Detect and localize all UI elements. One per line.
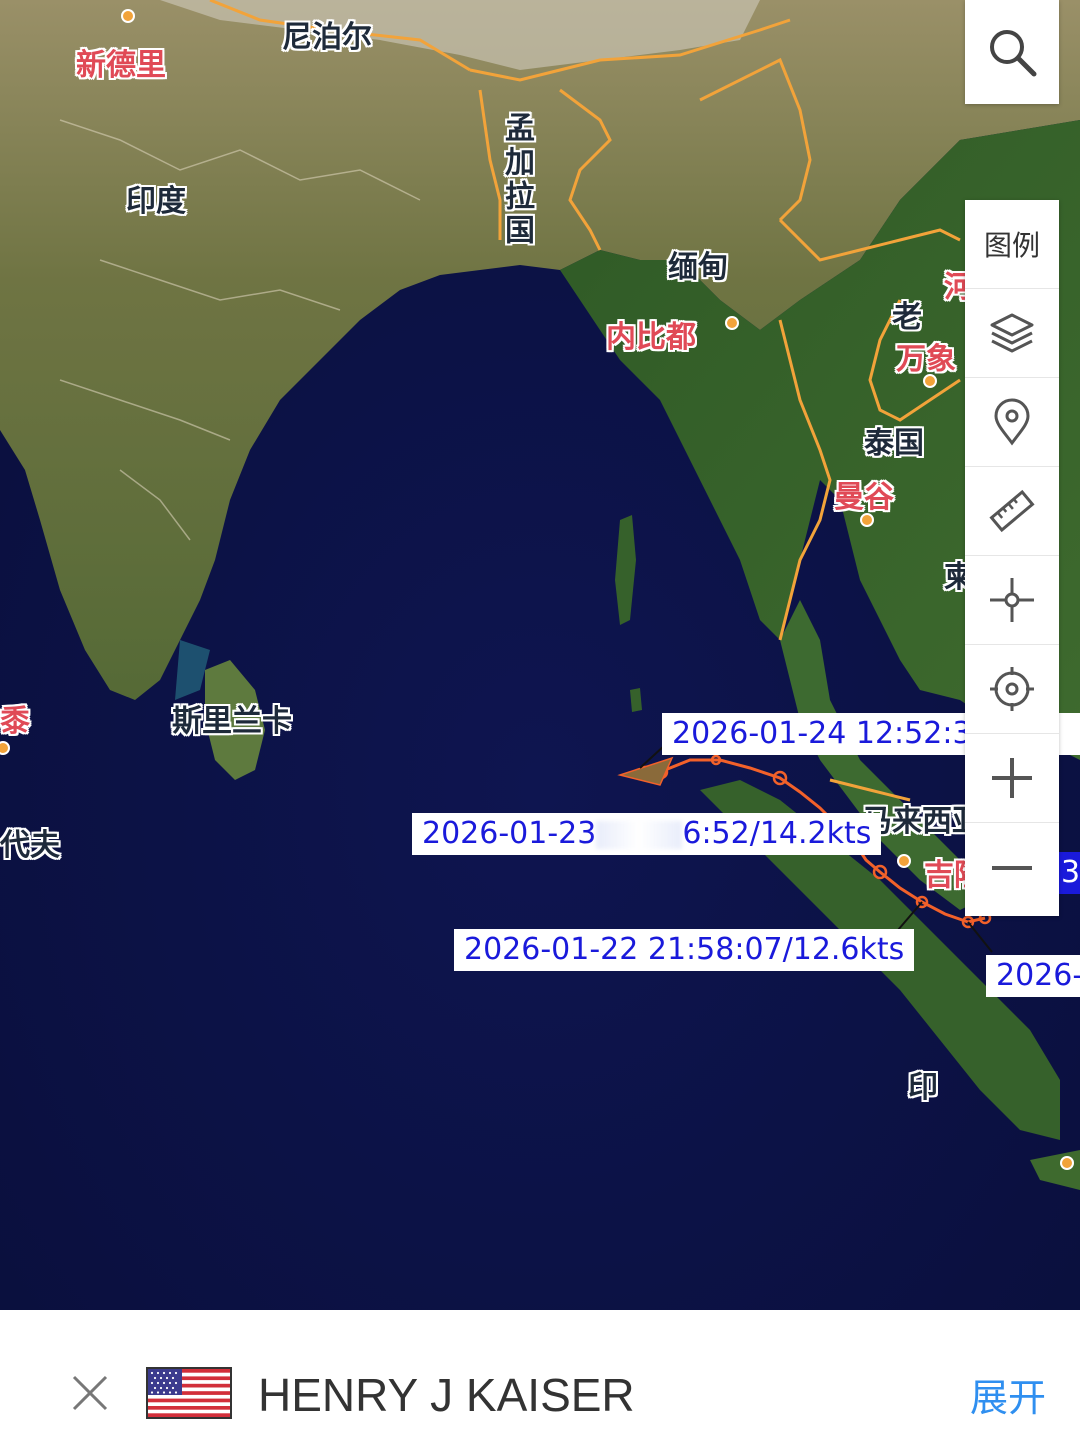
city-dot-kuala-lumpur [897, 854, 911, 868]
zoom-out-button[interactable] [965, 823, 1059, 912]
place-label-indonesia: 印 [908, 1070, 938, 1105]
place-label-left-city: 黍 [0, 704, 30, 739]
place-label-sri-lanka: 斯里兰卡 [172, 704, 292, 739]
map-view[interactable]: 尼泊尔 新德里 印度 孟加拉国 缅甸 内比都 老 万象 泰国 曼谷 斯里兰卡 代… [0, 0, 1080, 1310]
redaction-blur [596, 820, 683, 849]
track-label-edge-3[interactable]: 3 [1059, 852, 1080, 894]
place-label-bangladesh: 孟加拉国 [499, 112, 534, 248]
location-pin-icon [994, 398, 1030, 446]
city-dot-naypyidaw [725, 316, 739, 330]
close-icon [72, 1375, 108, 1411]
locate-button[interactable] [965, 645, 1059, 734]
city-dot-new-delhi [121, 9, 135, 23]
track-label-0122[interactable]: 2026-01-22 21:58:07/12.6kts [454, 929, 915, 971]
place-label-india: 印度 [126, 184, 186, 219]
place-label-laos: 老 [892, 300, 922, 335]
ruler-icon [989, 489, 1035, 533]
layers-button[interactable] [965, 289, 1059, 378]
layers-icon [990, 313, 1034, 353]
vessel-name: HENRY J KAISER [258, 1369, 635, 1421]
place-label-thailand: 泰国 [864, 426, 924, 461]
place-label-myanmar: 缅甸 [668, 250, 728, 285]
expand-button[interactable]: 展开 [970, 1367, 1046, 1422]
zoom-in-icon [992, 758, 1032, 798]
zoom-in-button[interactable] [965, 734, 1059, 823]
legend-button[interactable]: 图例 [965, 200, 1059, 289]
search-button[interactable] [965, 0, 1059, 104]
city-dot-jakarta [1060, 1156, 1074, 1170]
us-flag-graphic [148, 1369, 230, 1417]
city-dot-bangkok [860, 513, 874, 527]
search-icon [990, 30, 1037, 77]
place-label-nepal: 尼泊尔 [282, 20, 372, 55]
track-label-edge[interactable]: 2026- [986, 955, 1080, 997]
place-label-bangkok: 曼谷 [834, 480, 894, 515]
us-flag-icon [146, 1367, 232, 1419]
track-label-0123[interactable]: 2026-01-23 6:52/14.2kts [412, 813, 882, 855]
place-label-naypyidaw: 内比都 [606, 320, 696, 355]
track-label-0123-date: 2026-01-23 [422, 816, 597, 851]
place-label-new-delhi: 新德里 [76, 48, 166, 83]
map-toolbar: 图例 [965, 200, 1059, 916]
close-button[interactable] [70, 1373, 110, 1413]
zoom-out-icon [992, 865, 1032, 870]
locate-icon [990, 667, 1034, 711]
location-pin-button[interactable] [965, 378, 1059, 467]
place-label-vientiane: 万象 [896, 342, 956, 377]
city-dot-vientiane [923, 374, 937, 388]
ruler-button[interactable] [965, 467, 1059, 556]
track-label-0123-speed: 6:52/14.2kts [682, 816, 872, 851]
place-label-maldives: 代夫 [0, 828, 60, 863]
legend-label: 图例 [983, 229, 1040, 262]
crosshair-button[interactable] [965, 556, 1059, 645]
crosshair-icon [990, 578, 1034, 622]
